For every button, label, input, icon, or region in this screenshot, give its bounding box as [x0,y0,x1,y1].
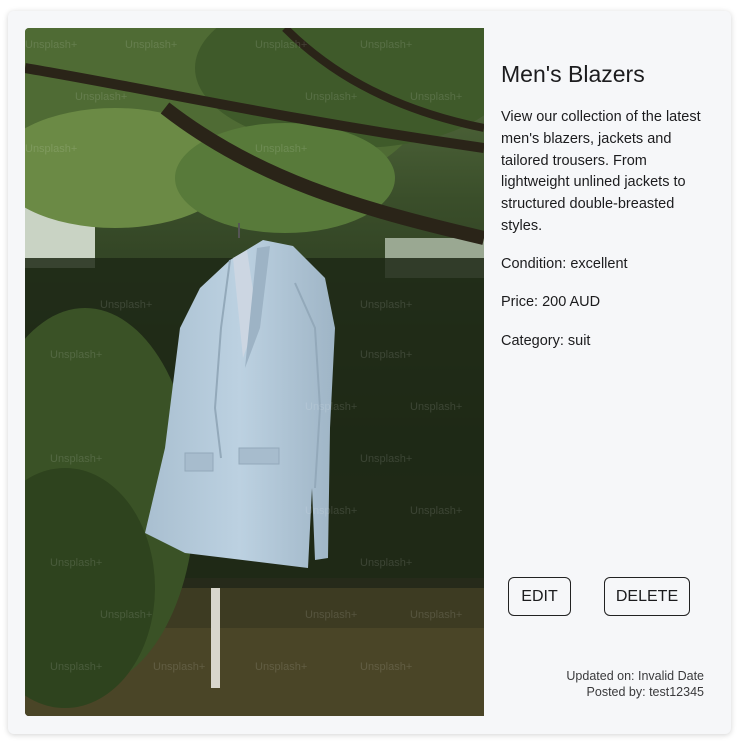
svg-text:Unsplash+: Unsplash+ [25,39,77,51]
svg-text:Unsplash+: Unsplash+ [305,609,357,621]
svg-text:Unsplash+: Unsplash+ [50,661,102,673]
svg-text:Unsplash+: Unsplash+ [305,401,357,413]
svg-text:Unsplash+: Unsplash+ [153,661,205,673]
delete-button[interactable]: DELETE [604,577,690,616]
svg-text:Unsplash+: Unsplash+ [410,505,462,517]
svg-text:Unsplash+: Unsplash+ [255,39,307,51]
posted-by: Posted by: test12345 [586,685,704,699]
svg-text:Unsplash+: Unsplash+ [50,349,102,361]
product-title: Men's Blazers [501,61,645,87]
product-price: Price: 200 AUD [501,294,601,310]
product-details: Men's Blazers View our collection of the… [501,11,716,734]
svg-text:Unsplash+: Unsplash+ [360,349,412,361]
post-meta: Updated on: Invalid Date Posted by: test… [566,668,704,700]
svg-text:Unsplash+: Unsplash+ [360,39,412,51]
svg-text:Unsplash+: Unsplash+ [25,143,77,155]
svg-text:Unsplash+: Unsplash+ [360,661,412,673]
svg-text:Unsplash+: Unsplash+ [100,609,152,621]
svg-text:Unsplash+: Unsplash+ [75,91,127,103]
product-card: Unsplash+ Unsplash+ Unsplash+ Unsplash+ … [8,11,731,734]
svg-text:Unsplash+: Unsplash+ [100,299,152,311]
svg-text:Unsplash+: Unsplash+ [360,453,412,465]
product-condition: Condition: excellent [501,256,628,272]
product-image: Unsplash+ Unsplash+ Unsplash+ Unsplash+ … [25,28,484,716]
updated-date: Updated on: Invalid Date [566,669,704,683]
svg-text:Unsplash+: Unsplash+ [305,91,357,103]
svg-text:Unsplash+: Unsplash+ [50,557,102,569]
svg-text:Unsplash+: Unsplash+ [255,143,307,155]
svg-text:Unsplash+: Unsplash+ [305,505,357,517]
svg-text:Unsplash+: Unsplash+ [410,91,462,103]
svg-text:Unsplash+: Unsplash+ [255,661,307,673]
svg-text:Unsplash+: Unsplash+ [360,557,412,569]
svg-text:Unsplash+: Unsplash+ [125,39,177,51]
svg-text:Unsplash+: Unsplash+ [360,299,412,311]
product-description: View our collection of the latest men's … [501,109,701,234]
svg-text:Unsplash+: Unsplash+ [410,401,462,413]
svg-text:Unsplash+: Unsplash+ [50,453,102,465]
edit-button[interactable]: EDIT [508,577,571,616]
svg-text:Unsplash+: Unsplash+ [410,609,462,621]
product-category: Category: suit [501,333,591,349]
